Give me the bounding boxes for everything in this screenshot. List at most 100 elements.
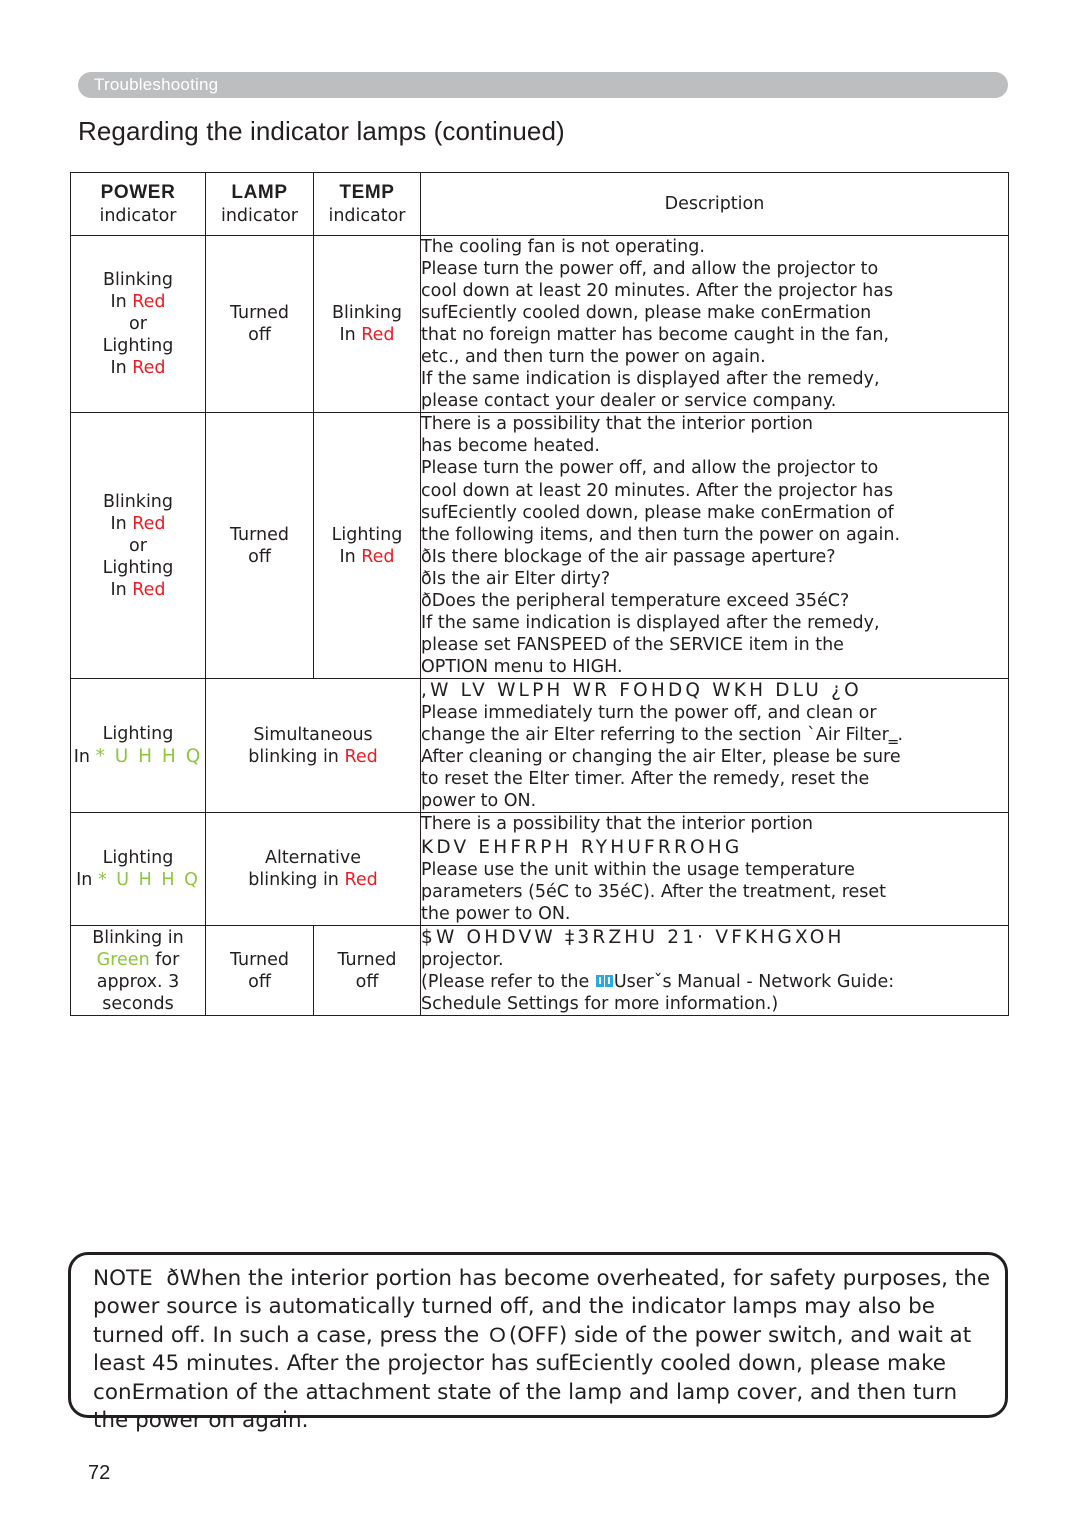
row1-description: The cooling fan is not operating. Please… xyxy=(420,234,1009,414)
row5-desc-line: projector. xyxy=(421,950,504,971)
row3-desc-line: Please immediately turn the power off, a… xyxy=(421,703,877,724)
row1-power-l2-color: Red xyxy=(132,292,166,313)
page-title: Regarding the indicator lamps (continued… xyxy=(78,116,565,146)
table-header-row: POWER indicator LAMP indicator TEMP indi… xyxy=(70,172,1009,236)
row1-desc-line: If the same indication is displayed afte… xyxy=(421,369,880,390)
table-row: Blinking In Red or Lighting In Red Turne… xyxy=(70,412,1009,679)
row5-lamp-state: Turned off xyxy=(205,924,314,1017)
row1-power-l3: or xyxy=(129,314,147,335)
row2-desc-bullet: ðIs there blockage of the air passage ap… xyxy=(421,546,836,567)
row1-desc-line: Please turn the power off, and allow the… xyxy=(421,259,879,280)
row5-power-l2-post: for xyxy=(149,949,180,970)
note-box: NOTE ðWhen the interior portion has beco… xyxy=(68,1252,1008,1433)
row4-power-l2: In * U H H Q xyxy=(76,870,200,890)
row1-lamp-l1: Turned xyxy=(230,303,289,324)
header-description: Description xyxy=(420,172,1009,236)
row2-temp-l2-color: Red xyxy=(361,546,395,567)
row4-desc-first: There is a possibility that the interior… xyxy=(421,814,813,835)
row3-desc-line: change the air Elter referring to the se… xyxy=(421,725,904,746)
row3-power-l2: In * U H H Q xyxy=(73,746,203,768)
row5-temp-l2: off xyxy=(355,971,379,992)
row4-lt-l2-pre: blinking in xyxy=(248,870,345,891)
row5-power-l1: Blinking in xyxy=(92,927,184,948)
row1-power-state: Blinking In Red or Lighting In Red xyxy=(70,234,206,414)
running-head-bar: Troubleshooting xyxy=(78,72,1008,98)
row5-description: $W OHDVW ‡3RZHU 21· VFKHGXOH projector. … xyxy=(420,924,1009,1017)
row5-power-l2-color: Green xyxy=(96,949,150,970)
row4-desc-line: parameters (5éC to 35éC). After the trea… xyxy=(421,881,887,902)
row1-desc-line: cool down at least 20 minutes. After the… xyxy=(421,281,894,302)
row2-lamp-l2: off xyxy=(248,546,271,567)
row1-lamp-state: Turned off xyxy=(205,234,314,414)
note-text: NOTE ðWhen the interior portion has beco… xyxy=(93,1265,993,1435)
indicator-lamp-table: POWER indicator LAMP indicator TEMP indi… xyxy=(70,172,1009,1017)
header-temp: TEMP indicator xyxy=(313,172,421,236)
row5-power-l3: approx. 3 xyxy=(96,971,180,992)
row3-lt-l1: Simultaneous xyxy=(253,724,373,745)
row4-power-l2-color: * U H H Q xyxy=(97,870,200,891)
row2-desc-line: If the same indication is displayed afte… xyxy=(421,612,880,633)
row4-lamp-temp-state: Alternative blinking in Red xyxy=(205,812,421,926)
row4-lt-l2-color: Red xyxy=(344,870,378,891)
row5-temp-state: Turned off xyxy=(313,924,421,1017)
row3-power-l1: Lighting xyxy=(102,724,174,745)
row3-desc-garbled: ,W LV WLPH WR FOHDQ WKH DLU ¿O xyxy=(421,679,862,701)
row2-desc-line: cool down at least 20 minutes. After the… xyxy=(421,480,894,501)
row1-power-l5-pre: In xyxy=(110,358,133,379)
row4-power-l2-pre: In xyxy=(76,870,98,891)
row4-desc-line: the power to ON. xyxy=(421,903,571,924)
row5-desc-refer: (Please refer to the xyxy=(421,972,595,993)
row3-power-l2-color: * U H H Q xyxy=(95,746,203,768)
row2-power-l5-color: Red xyxy=(132,579,166,600)
row3-lt-l2-color: Red xyxy=(344,746,378,767)
row1-power-l2-pre: In xyxy=(110,292,133,313)
note-bullet-icon: ð xyxy=(166,1266,180,1291)
row2-lamp-state: Turned off xyxy=(205,412,314,679)
row1-power-l5-color: Red xyxy=(132,358,166,379)
row2-desc-line: has become heated. xyxy=(421,436,600,457)
row2-desc-line: the following items, and then turn the p… xyxy=(421,524,901,545)
row5-lamp-l2: off xyxy=(248,971,271,992)
row2-power-l2-color: Red xyxy=(132,513,166,534)
standby-key-glyph: O xyxy=(486,1321,511,1350)
row1-temp-l1: Blinking xyxy=(331,303,403,324)
header-power: POWER indicator xyxy=(70,172,206,236)
table-row: Lighting In * U H H Q Alternative blinki… xyxy=(70,812,1009,926)
header-power-badge: POWER xyxy=(100,181,181,204)
header-lamp-badge: LAMP xyxy=(231,181,293,204)
row3-description: ,W LV WLPH WR FOHDQ WKH DLU ¿O Please im… xyxy=(420,677,1009,814)
row2-power-l1: Blinking xyxy=(102,491,174,512)
row1-temp-l2-color: Red xyxy=(361,325,395,346)
row5-desc-line: Schedule Settings for more information.) xyxy=(421,994,779,1015)
row3-lamp-temp-state: Simultaneous blinking in Red xyxy=(205,677,421,814)
header-power-sub: indicator xyxy=(99,206,177,227)
row1-desc-line: etc., and then turn the power on again. xyxy=(421,347,766,368)
row2-power-state: Blinking In Red or Lighting In Red xyxy=(70,412,206,679)
row1-desc-line: sufEciently cooled down, please make con… xyxy=(421,303,872,324)
note-label: NOTE xyxy=(93,1266,153,1291)
row4-power-state: Lighting In * U H H Q xyxy=(70,812,206,926)
header-temp-sub: indicator xyxy=(328,206,406,227)
row2-desc-line: Please turn the power off, and allow the… xyxy=(421,458,879,479)
row3-desc-line: power to ON. xyxy=(421,791,537,812)
row2-temp-state: Lighting In Red xyxy=(313,412,421,679)
running-head-label: Troubleshooting xyxy=(94,75,219,94)
row2-power-l4: Lighting xyxy=(102,557,174,578)
row2-desc-bullet: ðDoes the peripheral temperature exceed … xyxy=(421,590,850,611)
row2-description: There is a possibility that the interior… xyxy=(420,412,1009,679)
row2-desc-line: OPTION menu to HIGH. xyxy=(421,656,623,677)
row2-temp-l2-pre: In xyxy=(339,546,362,567)
row3-power-l2-pre: In xyxy=(73,747,96,768)
row1-temp-state: Blinking In Red xyxy=(313,234,421,414)
header-lamp-sub: indicator xyxy=(220,206,299,227)
row5-desc-manual: Userˇs Manual - Network Guide: xyxy=(613,972,895,993)
row2-power-l2-pre: In xyxy=(110,513,133,534)
row1-power-l1: Blinking xyxy=(102,270,174,291)
row5-desc-garbled: $W OHDVW ‡3RZHU 21· VFKHGXOH xyxy=(421,926,845,948)
row2-desc-line: There is a possibility that the interior… xyxy=(421,414,813,435)
row1-temp-l2-pre: In xyxy=(339,325,362,346)
row2-desc-line: sufEciently cooled down, please make con… xyxy=(421,502,894,523)
row5-lamp-l1: Turned xyxy=(230,949,289,970)
row2-desc-line: please set FANSPEED of the SERVICE item … xyxy=(421,634,844,655)
table-row: Blinking in Green for approx. 3 seconds … xyxy=(70,924,1009,1017)
